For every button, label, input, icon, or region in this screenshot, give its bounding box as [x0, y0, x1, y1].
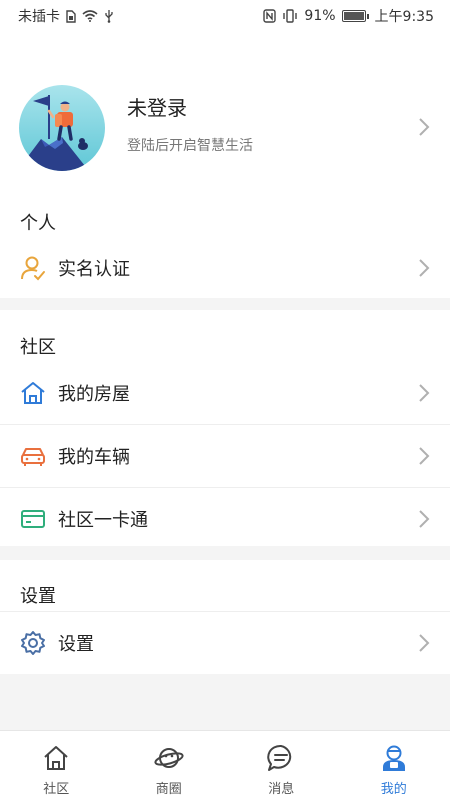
chevron-right-icon	[419, 634, 430, 652]
row-real-name-verification[interactable]: 实名认证	[0, 237, 450, 299]
chevron-right-icon	[419, 384, 430, 402]
mountain-climber-illustration	[19, 85, 105, 171]
settings-section: 设置 设置	[0, 560, 450, 674]
section-title-personal: 个人	[20, 213, 56, 234]
tab-business[interactable]: 商圈	[113, 731, 226, 800]
personal-section: 个人 实名认证	[0, 192, 450, 298]
house-icon	[21, 382, 45, 404]
card-icon	[21, 510, 45, 528]
bottom-tab-bar: 社区 商圈 消息 我的	[0, 730, 450, 800]
battery-percent: 91%	[304, 8, 336, 24]
chevron-right-icon	[419, 510, 430, 528]
tab-label-community: 社区	[43, 782, 70, 797]
person-icon	[382, 745, 405, 771]
clock-time: 上午9:35	[374, 9, 434, 25]
login-prompt-subtitle: 登陆后开启智慧生活	[127, 138, 253, 154]
section-title-community: 社区	[20, 337, 56, 358]
usb-icon	[104, 9, 114, 23]
status-bar-left: 未插卡	[18, 6, 114, 26]
user-verify-icon	[21, 256, 45, 281]
section-title-settings: 设置	[20, 586, 56, 607]
row-label-my-vehicle: 我的车辆	[58, 447, 130, 468]
message-icon	[267, 744, 292, 771]
avatar[interactable]	[19, 85, 105, 171]
profile-header[interactable]: 未登录 登陆后开启智慧生活	[0, 32, 450, 192]
row-label-my-house: 我的房屋	[58, 384, 130, 405]
status-bar: 未插卡 91% 上午9:35	[0, 0, 450, 32]
tab-community[interactable]: 社区	[0, 731, 113, 800]
tab-label-messages: 消息	[268, 782, 295, 797]
carrier-text: 未插卡	[18, 9, 60, 25]
chevron-right-icon	[419, 118, 430, 136]
battery-icon	[341, 10, 369, 22]
chevron-right-icon	[419, 259, 430, 277]
vibrate-icon	[282, 9, 298, 23]
gear-icon	[21, 631, 45, 655]
planet-icon	[154, 748, 184, 768]
community-section: 社区 我的房屋 我的车辆 社区一卡通	[0, 310, 450, 546]
login-status-title: 未登录	[127, 96, 187, 120]
row-my-vehicle[interactable]: 我的车辆	[0, 425, 450, 487]
tab-mine[interactable]: 我的	[338, 731, 450, 800]
chevron-right-icon	[419, 447, 430, 465]
row-label-real-name: 实名认证	[58, 259, 130, 280]
tab-label-business: 商圈	[155, 782, 182, 797]
home-icon	[44, 746, 68, 770]
sim-icon	[66, 9, 76, 23]
wifi-icon	[82, 10, 98, 22]
row-my-house[interactable]: 我的房屋	[0, 362, 450, 424]
tab-label-mine: 我的	[380, 782, 407, 797]
status-bar-right: 91% 上午9:35	[263, 6, 434, 26]
row-label-community-card: 社区一卡通	[58, 510, 148, 531]
tab-messages[interactable]: 消息	[225, 731, 338, 800]
row-label-settings: 设置	[58, 634, 94, 655]
row-settings[interactable]: 设置	[0, 612, 450, 674]
car-icon	[21, 448, 45, 466]
nfc-icon	[263, 9, 277, 23]
row-community-card[interactable]: 社区一卡通	[0, 488, 450, 550]
